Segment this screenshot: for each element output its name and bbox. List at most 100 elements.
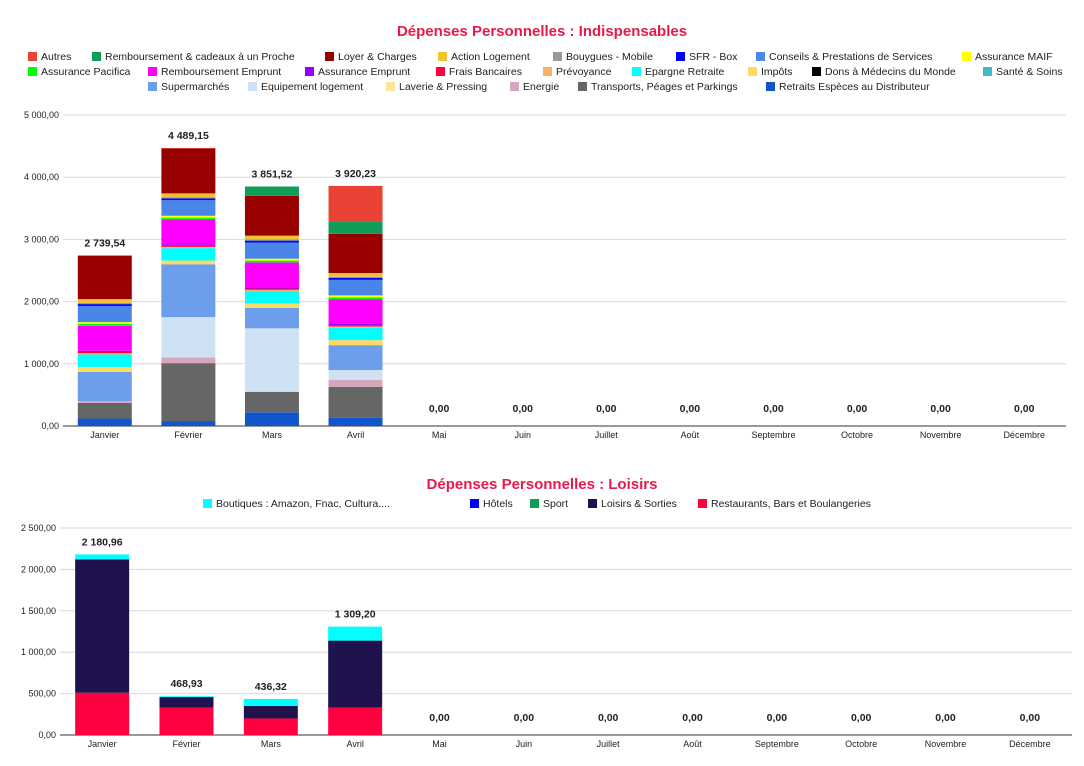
y-tick-label: 1 500,00 [21, 606, 56, 616]
legend-label: Bouygues - Mobile [566, 51, 653, 63]
bar-segment [244, 287, 299, 289]
bar-segment [161, 264, 216, 318]
legend-item: Assurance Emprunt [305, 66, 410, 78]
bar-segment [244, 242, 299, 259]
legend-swatch [553, 52, 562, 61]
legend-item: Supermarchés [148, 81, 229, 93]
bar-segment [328, 379, 383, 387]
legend-item: Santé & Soins [983, 66, 1063, 78]
bar-segment [161, 244, 216, 246]
legend-item: Transports, Péages et Parkings [578, 81, 738, 93]
bar-segment [161, 245, 216, 247]
bar-segment [244, 239, 299, 241]
bar-segment [244, 391, 299, 413]
bar-segment [77, 401, 132, 403]
x-tick-label: Juin [516, 739, 533, 749]
legend: Boutiques : Amazon, Fnac, Cultura.... Hôt… [203, 498, 871, 510]
y-tick-label: 2 000,00 [21, 564, 56, 574]
legend-label: Prévoyance [556, 66, 612, 78]
bar-segment [244, 307, 299, 329]
bar-segment [328, 417, 383, 426]
bar-total-label: 0,00 [596, 403, 617, 415]
x-tick-label: Septembre [755, 739, 799, 749]
bar-segment [77, 302, 132, 305]
bar-total-label: 0,00 [847, 403, 868, 415]
bar-segment [161, 148, 216, 194]
x-tick-label: Mai [432, 739, 447, 749]
legend-swatch [305, 67, 314, 76]
legend-item: Autres [28, 51, 71, 63]
bar-total-label: 0,00 [930, 403, 951, 415]
bar-segment [328, 295, 383, 298]
legend-swatch [248, 82, 257, 91]
legend-label: Loyer & Charges [338, 51, 417, 63]
x-tick-label: Octobre [841, 430, 873, 440]
legend-item: Laverie & Pressing [386, 81, 487, 93]
legend-swatch [325, 52, 334, 61]
bar-segment [161, 363, 216, 422]
bar-segment [77, 305, 132, 323]
bar-segment [244, 328, 299, 392]
bar-segment [161, 357, 216, 364]
y-tick-label: 0,00 [38, 730, 56, 740]
bar-segment [328, 327, 383, 341]
y-tick-label: 5 000,00 [24, 110, 59, 120]
bar-segment [77, 323, 132, 326]
legend-label: SFR - Box [689, 51, 738, 63]
bar-segment [75, 559, 130, 693]
bar-segment [77, 402, 132, 419]
bar-segment [243, 718, 298, 735]
legend-label: Assurance Emprunt [318, 66, 410, 78]
legend-swatch [28, 52, 37, 61]
bar-segment [328, 279, 383, 296]
x-tick-label: Octobre [845, 739, 877, 749]
bar-segment [328, 345, 383, 371]
bar-segment [244, 186, 299, 196]
bar-segment [328, 370, 383, 380]
legend-item: Dons à Médecins du Monde [812, 66, 956, 78]
bar-segment [75, 554, 130, 560]
legend-label: Action Logement [451, 51, 530, 63]
bar-segment [328, 325, 383, 327]
bar-segment [244, 258, 299, 261]
x-tick-label: Mars [261, 739, 281, 749]
bar-segment [75, 692, 130, 735]
bar-segment [77, 354, 132, 367]
legend-swatch [530, 499, 539, 508]
charts-canvas: Dépenses Personnelles : Indispensables Au… [21, 23, 1072, 749]
bar-segment [328, 626, 383, 641]
bar-total-label: 1 309,20 [335, 609, 376, 621]
legend-item: Boutiques : Amazon, Fnac, Cultura.... [203, 498, 390, 510]
x-tick-label: Mars [262, 430, 282, 440]
legend-item: Hôtels [470, 498, 513, 510]
bar-segment [161, 193, 216, 198]
bar-segment [243, 706, 298, 719]
bar-segment [328, 272, 383, 277]
legend-label: Equipement logement [261, 81, 363, 93]
bar-total-label: 0,00 [682, 712, 703, 724]
bar-segment [77, 353, 132, 355]
bar-segment [244, 240, 299, 243]
legend-item: Sport [530, 498, 568, 510]
legend-swatch [543, 67, 552, 76]
legend-swatch [578, 82, 587, 91]
x-tick-label: Juin [514, 430, 531, 440]
bar-segment [244, 260, 299, 263]
legend-item: Loyer & Charges [325, 51, 417, 63]
bar-segment [161, 200, 216, 216]
bar-total-label: 3 920,23 [335, 168, 376, 180]
chart-2: Dépenses Personnelles : Loisirs Boutiques… [21, 476, 1072, 749]
legend-swatch [766, 82, 775, 91]
x-tick-label: Février [172, 739, 200, 749]
legend-label: Santé & Soins [996, 66, 1063, 78]
legend-item: Prévoyance [543, 66, 612, 78]
bar-segment [77, 322, 132, 324]
legend-item: Retraits Espèces au Distributeur [766, 81, 930, 93]
bar-segment [328, 299, 383, 324]
bar-segment [244, 291, 299, 304]
bar-segment [161, 217, 216, 220]
bar-segment [161, 317, 216, 358]
bar-segment [77, 299, 132, 303]
legend-swatch [436, 67, 445, 76]
x-tick-label: Novembre [920, 430, 962, 440]
